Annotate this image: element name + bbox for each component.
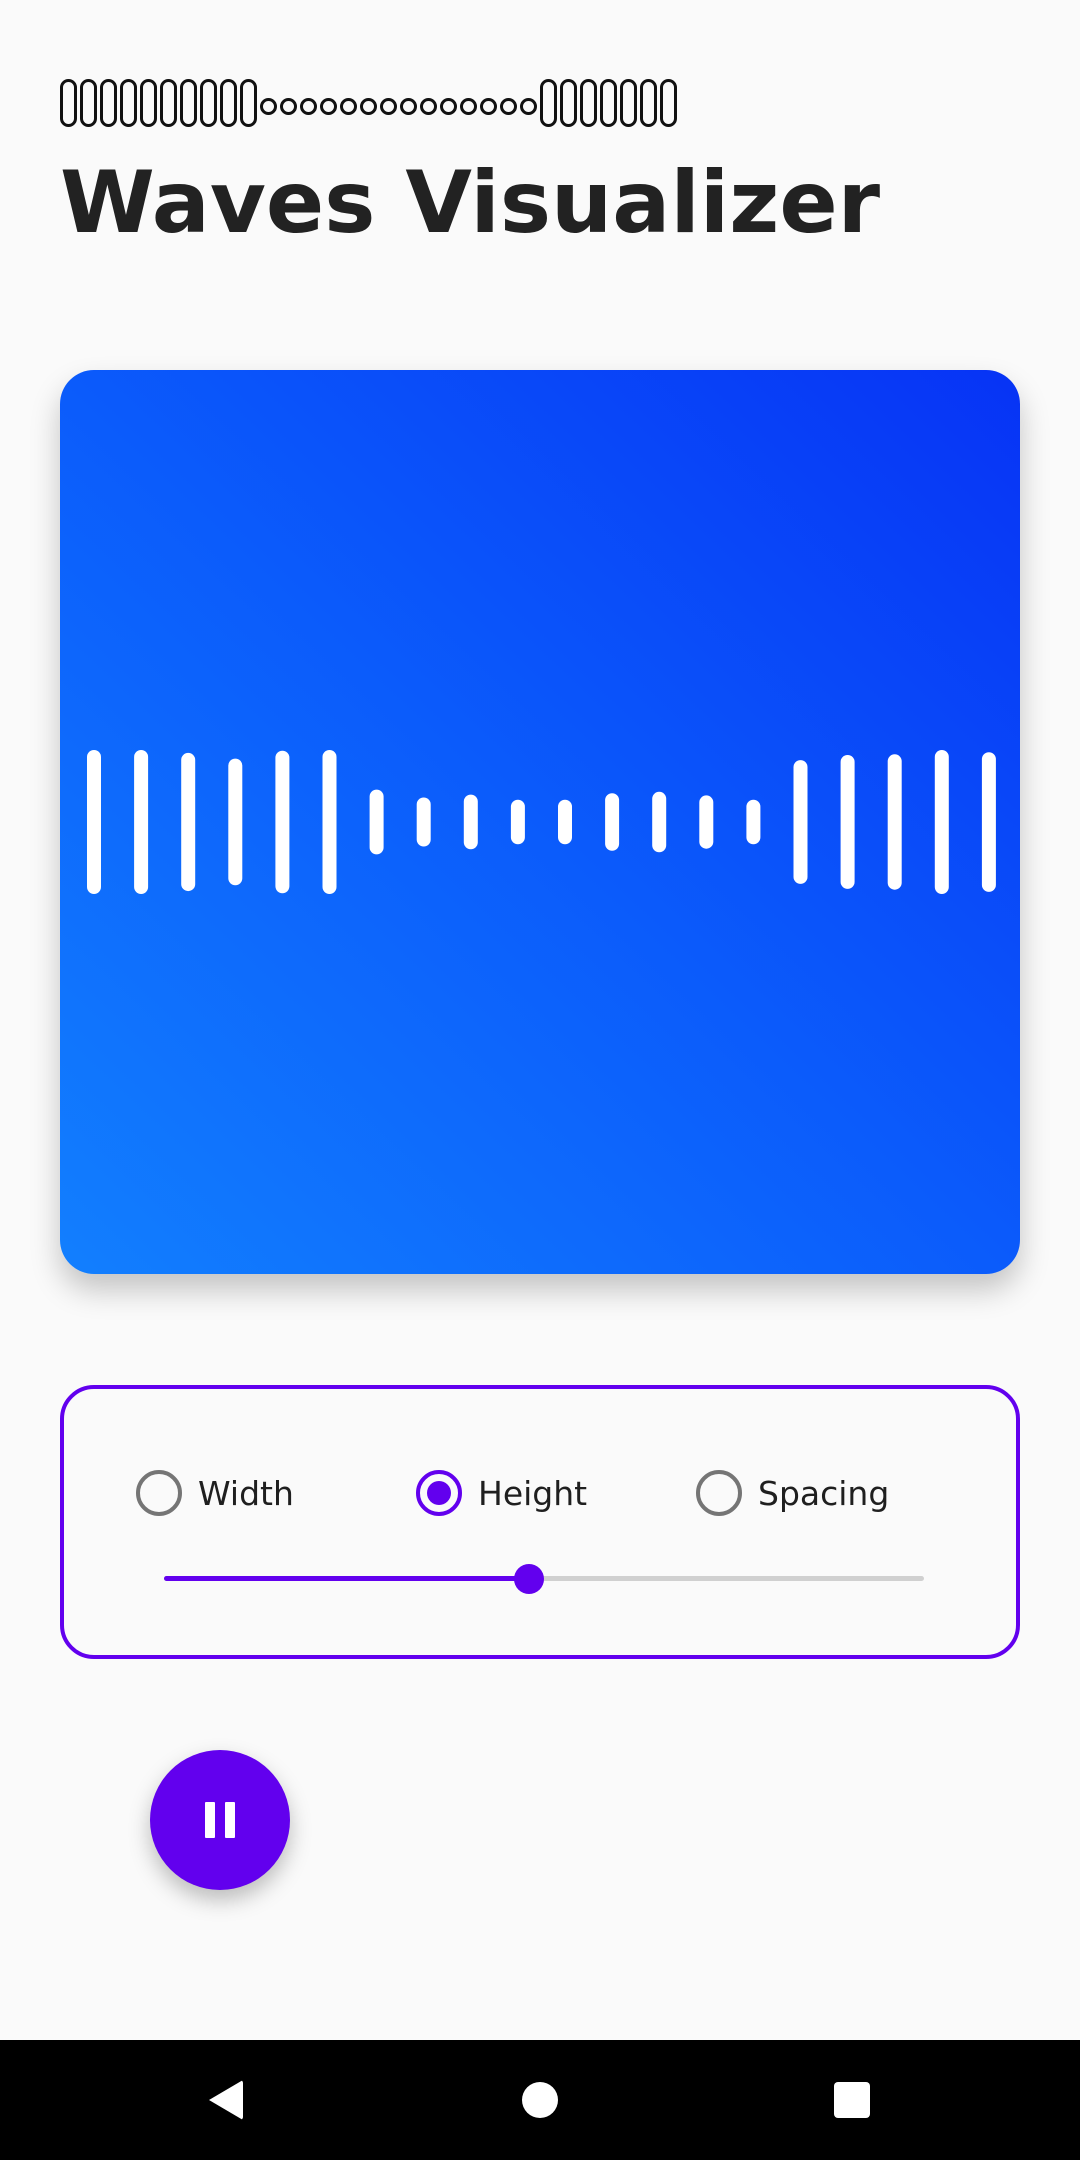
glyph-tall — [640, 79, 657, 127]
glyph-tall — [540, 79, 557, 127]
slider-active-track — [164, 1576, 529, 1581]
back-triangle-icon — [209, 2080, 243, 2120]
glyph-tall — [100, 79, 117, 127]
glyph-small — [460, 97, 477, 115]
glyph-tall — [560, 79, 577, 127]
glyph-small — [260, 97, 277, 115]
glyph-tall — [580, 79, 597, 127]
radio-button-width[interactable] — [136, 1470, 182, 1516]
glyph-small — [440, 97, 457, 115]
wave-bar — [228, 758, 243, 886]
glyph-small — [300, 97, 317, 115]
radio-button-height[interactable] — [416, 1470, 462, 1516]
wave-bar — [275, 750, 290, 894]
wave-bar — [369, 789, 384, 855]
radio-option-height[interactable]: Height — [416, 1465, 587, 1521]
wave-bar — [181, 752, 196, 892]
glyph-tall — [180, 79, 197, 127]
page-title: Waves Visualizer — [60, 153, 881, 253]
wave-bar — [652, 791, 667, 853]
glyph-tall — [240, 79, 257, 127]
wave-bar — [510, 799, 525, 845]
recents-square-icon — [834, 2082, 870, 2118]
wave-bar — [322, 750, 337, 894]
glyph-tall — [80, 79, 97, 127]
glyph-header — [60, 78, 677, 128]
controls-panel: Width Height Spacing — [60, 1385, 1020, 1659]
wave-bar — [746, 799, 761, 845]
home-circle-icon — [522, 2082, 558, 2118]
wave-bar — [840, 755, 855, 889]
slider-thumb[interactable] — [513, 1564, 544, 1594]
radio-label-width: Width — [198, 1473, 294, 1513]
glyph-small — [420, 97, 437, 115]
wave-bar — [134, 750, 149, 894]
glyph-tall — [220, 79, 237, 127]
wave-bar — [605, 793, 620, 851]
glyph-tall — [600, 79, 617, 127]
nav-recents-button[interactable] — [812, 2060, 892, 2140]
system-nav-bar — [0, 2040, 1080, 2160]
glyph-tall — [160, 79, 177, 127]
glyph-small — [380, 97, 397, 115]
glyph-small — [400, 97, 417, 115]
radio-label-spacing: Spacing — [758, 1473, 890, 1513]
wave-bar — [558, 799, 572, 845]
pause-button[interactable] — [150, 1750, 290, 1890]
glyph-small — [280, 97, 297, 115]
glyph-small — [520, 97, 537, 115]
value-slider[interactable] — [164, 1564, 924, 1594]
glyph-small — [360, 97, 377, 115]
glyph-tall — [60, 79, 77, 127]
glyph-small — [340, 97, 357, 115]
nav-back-button[interactable] — [186, 2060, 266, 2140]
wave-bar — [87, 750, 101, 894]
pause-icon — [205, 1802, 235, 1838]
glyph-tall — [200, 79, 217, 127]
wave-bar — [699, 795, 714, 849]
glyph-small — [480, 97, 497, 115]
wave-bar — [981, 752, 996, 892]
glyph-small — [500, 97, 517, 115]
wave-bar — [934, 750, 949, 894]
glyph-tall — [140, 79, 157, 127]
wave-bar — [887, 754, 902, 890]
wave-bar — [463, 794, 478, 850]
visualizer-card — [60, 370, 1020, 1274]
glyph-small — [320, 97, 337, 115]
radio-label-height: Height — [478, 1473, 588, 1513]
radio-option-spacing[interactable]: Spacing — [696, 1465, 889, 1521]
glyph-tall — [660, 79, 677, 127]
wave-bar — [416, 797, 431, 847]
waveform — [87, 750, 996, 894]
glyph-tall — [120, 79, 137, 127]
radio-option-width[interactable]: Width — [136, 1465, 294, 1521]
glyph-tall — [620, 79, 637, 127]
nav-home-button[interactable] — [500, 2060, 580, 2140]
radio-button-spacing[interactable] — [696, 1470, 742, 1516]
wave-bar — [793, 760, 808, 884]
